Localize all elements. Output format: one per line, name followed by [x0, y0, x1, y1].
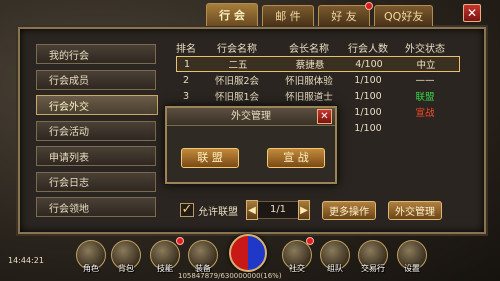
diplomacy-manage-button[interactable]: 外交管理 [388, 200, 442, 220]
tab-mail[interactable]: 邮 件 [262, 5, 314, 26]
hp-mp-orb [229, 234, 267, 272]
cell-status: —— [415, 74, 435, 86]
cell-rank: 1 [183, 58, 191, 70]
tab-friends-wrap: 好 友 [318, 2, 373, 27]
header-diplomacy-status: 外交状态 [405, 43, 445, 55]
cell-leader: 蔡捷悬 [295, 60, 325, 71]
modal-title: 外交管理 [167, 108, 335, 126]
top-tab-bar: 行 会 邮 件 好 友 QQ好友 [206, 2, 434, 27]
sidebar-item-members[interactable]: 行会成员 [36, 69, 156, 90]
cell-rank: 2 [182, 74, 190, 86]
sidebar-item-my-guild[interactable]: 我的行会 [36, 44, 156, 64]
pagination: ◀ 1/1 ▶ [246, 200, 310, 220]
cell-rank: 3 [182, 90, 190, 102]
cell-guild: 怀旧服1会 [214, 92, 260, 103]
diplomacy-modal: 外交管理 ✕ 联 盟 宣 战 [165, 106, 337, 184]
next-page-button[interactable]: ▶ [298, 200, 310, 220]
cell-members: 1/100 [354, 106, 382, 118]
cell-status: 中立 [416, 60, 436, 71]
header-leader-name: 会长名称 [289, 43, 329, 55]
cell-guild: 怀旧服2会 [214, 76, 260, 87]
notification-dot [365, 2, 373, 10]
prev-page-button[interactable]: ◀ [246, 200, 258, 220]
clock: 14:44:21 [8, 256, 44, 265]
header-guild-name: 行会名称 [217, 43, 257, 55]
allow-alliance-label: 允许联盟 [198, 206, 238, 218]
table-row[interactable]: 2 怀旧服2会 怀旧服体验 1/100 —— [176, 72, 460, 88]
tab-qq-friends[interactable]: QQ好友 [374, 5, 434, 26]
table-row[interactable]: 1 二五 蔡捷悬 4/100 中立 [176, 56, 460, 72]
cell-leader: 怀旧服体验 [285, 76, 333, 87]
page-indicator: 1/1 [258, 201, 298, 219]
cell-members: 1/100 [354, 90, 382, 102]
table-header: 排名 行会名称 会长名称 行会人数 外交状态 [176, 38, 460, 56]
more-actions-button[interactable]: 更多操作 [322, 200, 376, 220]
sidebar-item-activities[interactable]: 行会活动 [36, 120, 156, 141]
sidebar-item-territory[interactable]: 行会领地 [36, 197, 156, 217]
cell-members: 1/100 [354, 74, 382, 86]
cell-leader: 怀旧服道士 [285, 92, 333, 103]
header-rank: 排名 [176, 43, 196, 55]
notification-dot [176, 237, 184, 245]
tab-friends[interactable]: 好 友 [318, 5, 370, 26]
cell-members: 1/100 [354, 122, 382, 134]
sidebar-item-diplomacy[interactable]: 行会外交 [36, 95, 158, 115]
hud-label-settings: 设置 [404, 264, 420, 273]
notification-dot [306, 237, 314, 245]
hud-label-bag: 背包 [118, 264, 134, 273]
hud-label-character: 角色 [83, 264, 99, 273]
sidebar-item-applications[interactable]: 申请列表 [36, 146, 156, 166]
table-row[interactable]: 3 怀旧服1会 怀旧服道士 1/100 联盟 [176, 88, 460, 104]
cell-members: 4/100 [355, 58, 383, 70]
guild-sidebar: 我的行会 行会成员 行会外交 行会活动 申请列表 行会日志 行会领地 [36, 44, 158, 223]
experience-readout: 105847879/630000000(16%) [178, 272, 282, 280]
cell-status: 联盟 [415, 92, 435, 103]
header-member-count: 行会人数 [348, 43, 388, 55]
cell-guild: 二五 [228, 60, 248, 71]
allow-alliance-checkbox[interactable]: ✓ [180, 203, 194, 217]
cell-status: 宣战 [415, 108, 435, 119]
declare-war-button[interactable]: 宣 战 [267, 148, 325, 168]
hud-label-social: 社交 [289, 264, 305, 273]
hud-label-trade: 交易行 [361, 264, 385, 273]
close-button[interactable]: ✕ [463, 4, 481, 22]
alliance-button[interactable]: 联 盟 [181, 148, 239, 168]
table-footer: ✓ 允许联盟 ◀ 1/1 ▶ 更多操作 外交管理 [180, 199, 460, 221]
sidebar-item-log[interactable]: 行会日志 [36, 171, 156, 192]
hud-label-team: 组队 [327, 264, 343, 273]
modal-close-button[interactable]: ✕ [317, 109, 332, 124]
tab-guild[interactable]: 行 会 [206, 3, 258, 26]
